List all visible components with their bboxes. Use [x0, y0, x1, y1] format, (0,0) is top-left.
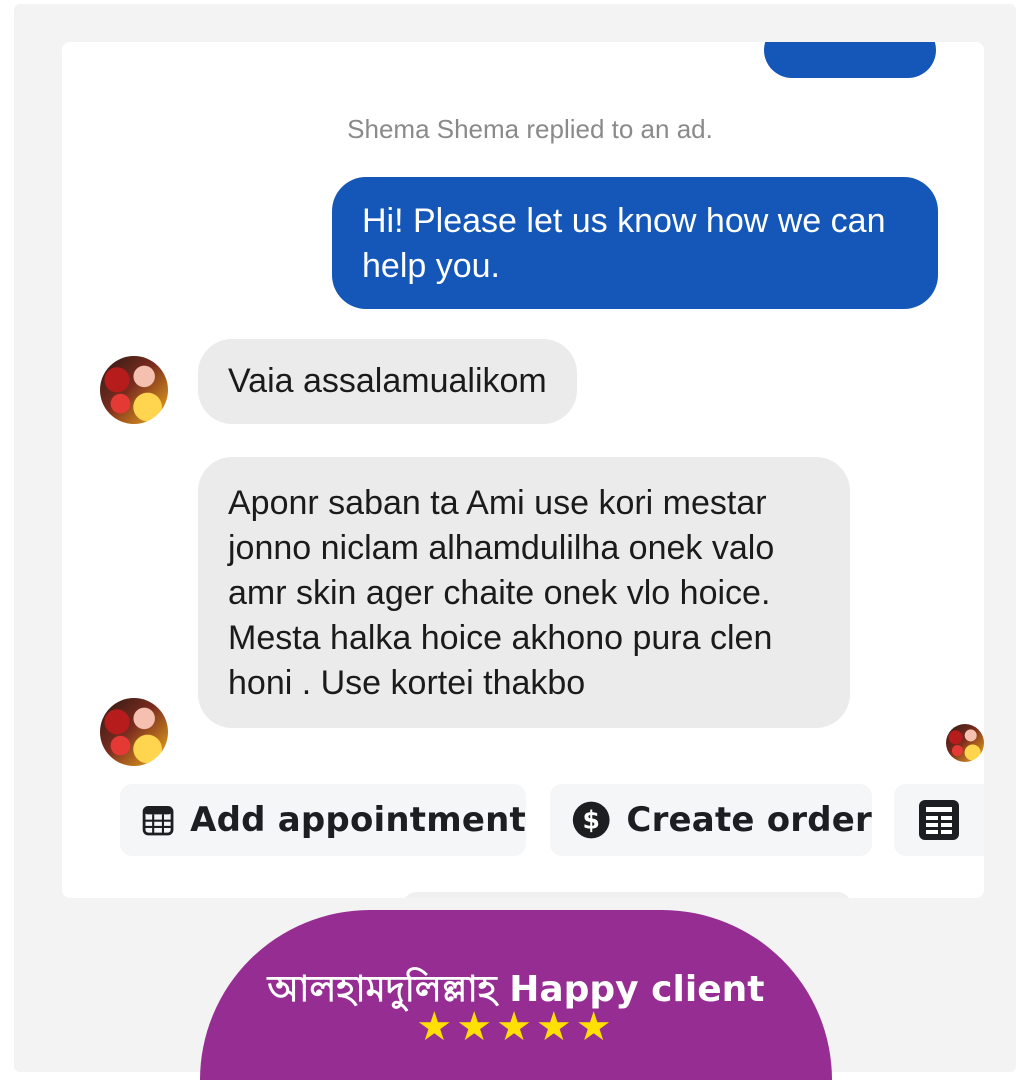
more-actions-button[interactable]: [894, 784, 984, 856]
add-appointment-label: Add appointment: [190, 800, 526, 840]
incoming-message: Aponr saban ta Ami use kori mestar jonno…: [198, 457, 850, 728]
add-appointment-button[interactable]: Add appointment: [120, 784, 526, 856]
incoming-message: Vaia assalamualikom: [198, 339, 577, 424]
previous-outgoing-bubble: [764, 42, 936, 78]
ad-reply-notice: Shema Shema replied to an ad.: [347, 114, 713, 144]
avatar[interactable]: [100, 698, 168, 766]
svg-text:$: $: [582, 805, 599, 834]
seen-avatar: [946, 724, 984, 762]
chat-panel: Shema Shema replied to an ad. Hi! Please…: [62, 42, 984, 898]
create-order-button[interactable]: $ Create order: [550, 784, 872, 856]
dollar-icon: $: [572, 801, 610, 839]
next-bubble-peek: [402, 892, 852, 898]
calendar-icon: [142, 806, 174, 836]
star-rating: ★★★★★: [416, 1004, 616, 1050]
create-order-label: Create order: [626, 800, 872, 840]
happy-client-banner: আলহামদুলিল্লাহ Happy client ★★★★★: [200, 910, 832, 1080]
document-icon: [919, 800, 959, 840]
outgoing-message: Hi! Please let us know how we can help y…: [332, 177, 938, 309]
avatar[interactable]: [100, 356, 168, 424]
